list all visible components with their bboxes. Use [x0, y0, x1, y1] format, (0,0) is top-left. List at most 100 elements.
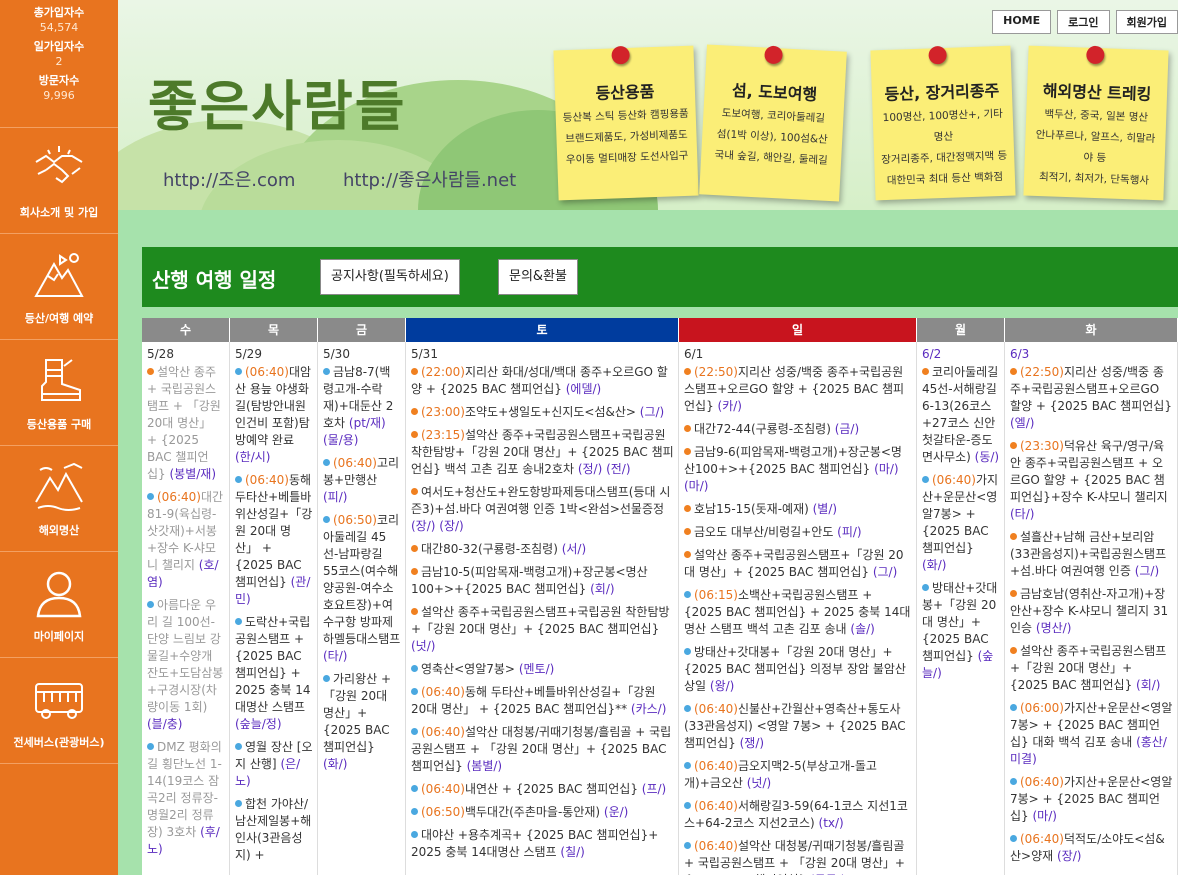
notice-button[interactable]: 공지사항(필독하세요): [320, 259, 460, 295]
status-dot-icon: [235, 476, 242, 483]
schedule-item[interactable]: (06:50)백두대간(주촌마을-통안재) (운/): [411, 804, 674, 821]
schedule-item[interactable]: DMZ 평화의길 횡단노선 1-14(19코스 잠곡2리 정류장-명월2리 정류…: [147, 739, 225, 858]
status-dot-icon: [411, 831, 418, 838]
guide-tag: (봉별/재): [169, 467, 217, 481]
schedule-item[interactable]: 설흘산+남해 금산+보리암(33관음성지)+국립공원스탬프+섬.바다 여권여행 …: [1010, 529, 1173, 580]
guide-tag: (솔/): [850, 622, 875, 636]
schedule-item[interactable]: (23:00)조약도+생일도+신지도<섬&산> (그/): [411, 404, 674, 421]
schedule-item[interactable]: (23:15)설악산 종주+국립공원스탬프+국립공원 착한탐방+「강원 20대 …: [411, 427, 674, 478]
schedule-item[interactable]: (06:40)가지산+운문산<영알7봉> + {2025 BAC 챔피언십} (…: [922, 472, 1000, 574]
menu-overseas[interactable]: 해외명산: [0, 446, 118, 552]
schedule-item[interactable]: (06:40)가지산+운문산<영알7봉> + {2025 BAC 챔피언십} (…: [1010, 774, 1173, 825]
guide-tag: (엘/): [1010, 416, 1035, 430]
guide-tag: (카스/): [630, 702, 667, 716]
status-dot-icon: [684, 448, 691, 455]
schedule-item[interactable]: 코리아둘레길 45선-서해랑길6-13(26코스+27코스 신안첫갈타운-증도면…: [922, 364, 1000, 466]
schedule-item[interactable]: (22:50)지리산 성중/백중 종주+국립공원스탬프+오르GO 할양 + {2…: [684, 364, 912, 415]
status-dot-icon: [684, 551, 691, 558]
departure-time: (06:40): [157, 490, 201, 504]
day-header-4: 일: [679, 318, 916, 342]
schedule-item[interactable]: (06:40)대암산 용늪 야생화길(탐방안내원 인건비 포함)탐방예약 완료 …: [235, 364, 313, 466]
bus-icon: [35, 683, 83, 719]
status-dot-icon: [1010, 704, 1017, 711]
schedule-item[interactable]: 금남10-5(피암목재-백령고개)+장군봉<명산100+>+{2025 BAC …: [411, 564, 674, 598]
login-link[interactable]: 로그인: [1057, 10, 1110, 34]
header-banner: HOME 로그인 회원가입 좋은사람들 http://조은.com http:/…: [118, 0, 1178, 210]
schedule-item[interactable]: (22:50)지리산 성중/백중 종주+국립공원스탬프+오르GO 할양 + {2…: [1010, 364, 1173, 432]
menu-label: 해외명산: [38, 524, 80, 537]
schedule-item[interactable]: (22:00)지리산 화대/성대/백대 종주+오르GO 할양 + {2025 B…: [411, 364, 674, 398]
sticky-note-gear[interactable]: 등산용품 등산복 스틱 등산화 캠핑용품 브랜드제품도, 가성비제품도 우이동 …: [553, 45, 699, 201]
schedule-item[interactable]: (06:00)가지산+운문산<영알7봉> + {2025 BAC 챔피언십} 대…: [1010, 700, 1173, 768]
inquiry-refund-button[interactable]: 문의&환불: [498, 259, 578, 295]
note-title: 등산, 장거리종주: [884, 81, 1000, 105]
guide-tag: (쟁/): [739, 736, 765, 750]
schedule-item[interactable]: 영축산<영알7봉> (멘토/): [411, 661, 674, 678]
schedule-item[interactable]: (06:40)내연산 + {2025 BAC 챔피언십} (프/): [411, 781, 674, 798]
schedule-item[interactable]: 설악산 종주 + 국립공원스탬프 + 「강원 20대 명산」 + {2025 B…: [147, 364, 225, 483]
schedule-item[interactable]: 설악산 종주+국립공원스탬프+「강원 20대 명산」+ {2025 BAC 챔피…: [684, 547, 912, 581]
daily-members-label: 일가입자수: [33, 40, 85, 53]
sticky-note-overseas[interactable]: 해외명산 트레킹 백두산, 중국, 일본 명산 안나푸르나, 알프스, 히말라야…: [1023, 45, 1169, 201]
schedule-item[interactable]: (06:50)코리아둘레길 45선-남파랑길 55코스(여수해양공원-여수소호요…: [323, 512, 401, 665]
schedule-item[interactable]: 호남15-15(돗재-예재) (별/): [684, 501, 912, 518]
schedule-item[interactable]: (06:40)설악산 대청봉/귀때기청봉/흘림골 + 국립공원스탬프 + 「강원…: [684, 838, 912, 875]
guide-tag: (타/): [323, 649, 348, 663]
menu-hiking-reservation[interactable]: 등산/여행 예약: [0, 234, 118, 340]
schedule-item[interactable]: 합천 가야산/남산제일봉+해인사(3관음성지) +: [235, 796, 313, 864]
schedule-item[interactable]: 금남9-6(피암목재-백령고개)+장군봉<명산100+>+{2025 BAC 챔…: [684, 444, 912, 495]
schedule-item[interactable]: 금남호남(영취산-자고개)+장안산+장수 K-샤모니 챌리지 31인승 (명산/…: [1010, 586, 1173, 637]
day-date: 5/29: [235, 347, 262, 361]
schedule-item[interactable]: (06:15)소백산+국립공원스탬프 + {2025 BAC 챔피언십} + 2…: [684, 587, 912, 638]
status-dot-icon: [1010, 442, 1017, 449]
schedule-item[interactable]: 방태산+갓대봉+「강원 20대 명산」+ {2025 BAC 챔피언십} (숲늘…: [922, 580, 1000, 682]
schedule-item[interactable]: (06:40)동해 두타산+베틀바위산성길+「강원 20대 명산」 + {202…: [411, 684, 674, 718]
schedule-item[interactable]: 아름다운 우리 길 100선-단양 느림보 강물길+수양개 잔도+도담삼봉+구경…: [147, 597, 225, 733]
schedule-item[interactable]: 방태산+갓대봉+「강원 20대 명산」+ {2025 BAC 챔피언십} 의정부…: [684, 644, 912, 695]
home-link[interactable]: HOME: [992, 10, 1052, 34]
schedule-item[interactable]: (06:40)덕적도/소야도<섬&산>양재 (장/): [1010, 831, 1173, 865]
schedule-item[interactable]: 영월 장산 [오지 산행] (은/노): [235, 739, 313, 790]
site-logo[interactable]: 좋은사람들: [148, 62, 406, 141]
sticky-note-hiking[interactable]: 등산, 장거리종주 100명산, 100명산+, 기타 명산 장거리종주, 대간…: [870, 45, 1016, 201]
guide-tag: (화/): [323, 757, 348, 771]
day-header-0: 수: [142, 318, 229, 342]
guide-tag: (장/) (장/): [411, 519, 464, 533]
schedule-item[interactable]: (06:40)동해 두타산+베틀바위산성길+「강원 20대 명산」 + {202…: [235, 472, 313, 608]
trip-title: 동해 두타산+베틀바위산성길+「강원 20대 명산」 + {2025 BAC 챔…: [235, 473, 313, 589]
trip-title: 코리아둘레길 45선-남파랑길 55코스(여수해양공원-여수소호요트장)+여수구…: [323, 513, 401, 646]
departure-time: (06:15): [694, 588, 738, 602]
schedule-item[interactable]: 금남8-7(백령고개-수락재)+대둔산 2호차 (pt/재)(물/용): [323, 364, 401, 449]
menu-gear-shop[interactable]: 등산용품 구매: [0, 340, 118, 446]
trip-title: 금남9-6(피암목재-백령고개)+장군봉<명산100+>+{2025 BAC 챔…: [684, 445, 902, 476]
day-column: 5/31 (22:00)지리산 화대/성대/백대 종주+오르GO 할양 + {20…: [406, 342, 679, 875]
schedule-item[interactable]: 대간80-32(구룡령-조침령) (서/): [411, 541, 674, 558]
guide-tag: (별/): [812, 502, 838, 516]
schedule-item[interactable]: 대야산 +용추계곡+ {2025 BAC 챔피언십}+ 2025 충북 14대명…: [411, 827, 674, 861]
menu-company-intro[interactable]: 회사소개 및 가입: [0, 128, 118, 234]
menu-charter-bus[interactable]: 전세버스(관광버스): [0, 658, 118, 764]
schedule-item[interactable]: (06:40)고리봉+만행산 (피/): [323, 455, 401, 506]
trip-title: 호남15-15(돗재-예재): [694, 502, 813, 516]
status-dot-icon: [1010, 647, 1017, 654]
schedule-item[interactable]: 가리왕산 + 「강원 20대 명산」+ {2025 BAC 챔피언십} (화/): [323, 671, 401, 773]
departure-time: (06:50): [421, 805, 465, 819]
schedule-item[interactable]: (06:40)설악산 대청봉/귀때기청봉/흘림골 + 국립공원스탬프 + 「강원…: [411, 724, 674, 775]
status-dot-icon: [411, 665, 418, 672]
schedule-item[interactable]: (06:40)신불산+간월산+영축산+통도사(33관음성지) <영알 7봉> +…: [684, 701, 912, 752]
schedule-item[interactable]: (23:30)덕유산 육구/영구/육안 종주+국립공원스탬프 + 오르GO 할양…: [1010, 438, 1173, 523]
schedule-item[interactable]: (06:40)서해랑길3-59(64-1코스 지선1코스+64-2코스 지선2코…: [684, 798, 912, 832]
menu-mypage[interactable]: 마이페이지: [0, 552, 118, 658]
departure-time: (23:30): [1020, 439, 1064, 453]
schedule-item[interactable]: 도락산+국립공원스탬프 + {2025 BAC 챔피언십} + 2025 충북 …: [235, 614, 313, 733]
schedule-item[interactable]: 금오도 대부산/비렁길+안도 (피/): [684, 524, 912, 541]
schedule-item[interactable]: (06:40)대간81-9(육십령-삿갓재)+서봉+장수 K-샤모니 챌리지 (…: [147, 489, 225, 591]
schedule-item[interactable]: 설악산 종주+국립공원스탬프+국립공원 착한탐방+「강원 20대 명산」+ {2…: [411, 604, 674, 655]
schedule-item[interactable]: 설악산 종주+국립공원스탬프+「강원 20대 명산」+ {2025 BAC 챔피…: [1010, 643, 1173, 694]
guide-tag: (그/): [1134, 564, 1160, 578]
sticky-note-island[interactable]: 섬, 도보여행 도보여행, 코리아둘레길 섬(1박 이상), 100섬&산 국내…: [699, 44, 847, 202]
schedule-item[interactable]: (06:40)금오지맥2-5(부상고개-돌고개)+금오산 (넛/): [684, 758, 912, 792]
signup-link[interactable]: 회원가입: [1115, 10, 1178, 34]
schedule-item[interactable]: 대간72-44(구룡령-조침령) (금/): [684, 421, 912, 438]
schedule-item[interactable]: 여서도+청산도+완도항방파제등대스탬프(등대 시즌3)+섬.바다 여권여행 인증…: [411, 484, 674, 535]
